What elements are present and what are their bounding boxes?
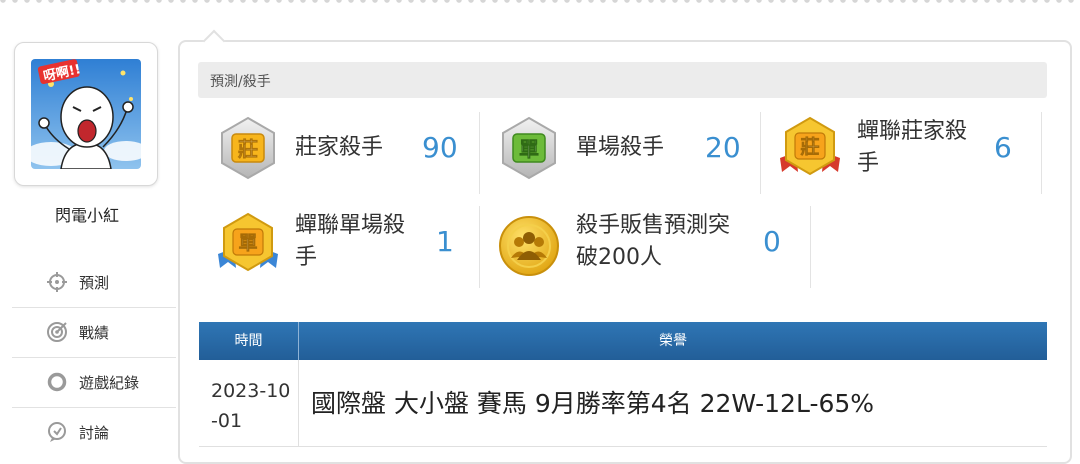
cell-divider: [479, 206, 480, 288]
badge-consecutive-single-match-killer: 單 蟬聯單場殺手 1: [200, 204, 478, 286]
sidebar-item-label: 預測: [79, 274, 110, 292]
gold-ribbon-badge-icon: 單: [218, 212, 278, 272]
avatar: 呀啊!!: [31, 59, 141, 169]
sidebar-item-label: 戰績: [79, 324, 110, 342]
cell-divider: [1041, 112, 1042, 194]
target-icon: [47, 322, 67, 342]
sidebar-item-record[interactable]: 戰績: [12, 308, 176, 358]
svg-text:莊: 莊: [238, 137, 258, 161]
badge-prediction-sales-milestone: 殺手販售預測突破200人 0: [481, 204, 809, 286]
table-header: 時間 榮譽: [199, 322, 1047, 360]
badge-label: 殺手販售預測突破200人: [576, 213, 731, 270]
badge-label: 蟬聯莊家殺手: [857, 119, 968, 176]
gold-people-medal-icon: [499, 216, 559, 276]
cell-divider: [479, 112, 480, 194]
cell-divider: [810, 206, 811, 288]
badge-banker-killer: 莊 莊家殺手 90: [200, 108, 478, 190]
sidebar-item-game-log[interactable]: 遊戲紀錄: [12, 358, 176, 408]
sidebar-item-discussion[interactable]: 討論: [12, 408, 176, 457]
badge-single-match-killer: 單 單場殺手 20: [481, 108, 759, 190]
badge-count: 6: [994, 131, 1012, 164]
column-header-time: 時間: [199, 322, 299, 360]
badge-label: 蟬聯單場殺手: [295, 213, 406, 270]
section-title: 預測/殺手: [210, 74, 271, 90]
badge-consecutive-banker-killer: 莊 蟬聯莊家殺手 6: [762, 108, 1040, 190]
username: 閃電小紅: [54, 206, 119, 225]
cell-time: 2023-10-01: [199, 360, 299, 446]
honors-table: 時間 榮譽 2023-10-01 國際盤 大小盤 賽馬 9月勝率第4名 22W-…: [199, 322, 1047, 447]
badge-label: 單場殺手: [576, 135, 665, 160]
svg-text:單: 單: [238, 232, 257, 254]
badge-label: 莊家殺手: [295, 135, 384, 160]
cell-divider: [760, 112, 761, 194]
ring-icon: [47, 372, 67, 392]
top-dashed-border: [0, 0, 1080, 6]
silver-hexagon-badge-icon: 單: [502, 116, 556, 180]
badge-count: 90: [422, 131, 458, 164]
section-header: 預測/殺手: [198, 62, 1047, 98]
column-header-honor: 榮譽: [659, 333, 687, 349]
honor-value: 國際盤 大小盤 賽馬 9月勝率第4名 22W-12L-65%: [311, 389, 875, 418]
sidebar-item-predict[interactable]: 預測: [12, 258, 176, 308]
sidebar-nav: 預測 戰績 遊戲紀錄 討論: [12, 258, 176, 457]
table-row: 2023-10-01 國際盤 大小盤 賽馬 9月勝率第4名 22W-12L-65…: [199, 360, 1047, 447]
sidebar-item-label: 遊戲紀錄: [79, 374, 140, 392]
time-value: 2023-10-01: [211, 380, 291, 432]
comment-icon: [48, 422, 66, 442]
gold-ribbon-badge-icon: 莊: [780, 116, 840, 176]
badge-count: 1: [436, 225, 454, 258]
svg-text:單: 單: [519, 137, 539, 161]
sidebar-item-label: 討論: [79, 424, 110, 442]
crosshair-icon: [47, 272, 67, 292]
avatar-frame[interactable]: 呀啊!!: [14, 42, 158, 186]
badge-count: 0: [763, 225, 781, 258]
badge-count: 20: [705, 131, 741, 164]
silver-hexagon-badge-icon: 莊: [221, 116, 275, 180]
svg-text:莊: 莊: [800, 136, 819, 158]
